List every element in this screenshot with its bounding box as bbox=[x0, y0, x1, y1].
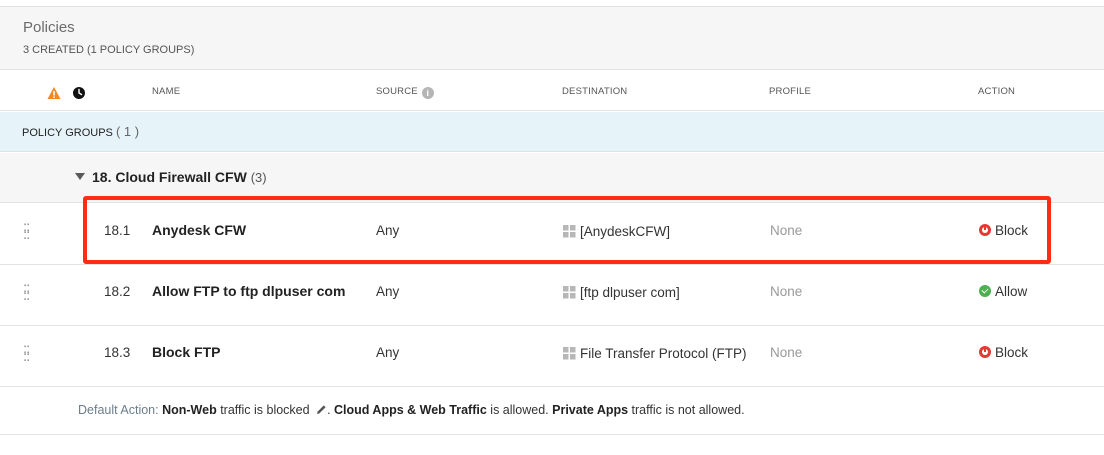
warning-icon[interactable] bbox=[47, 86, 61, 100]
rule-source: Any bbox=[376, 345, 400, 360]
column-source[interactable]: SOURCE i bbox=[376, 86, 434, 99]
rule-destination-label: File Transfer Protocol (FTP) bbox=[580, 346, 747, 361]
policy-groups-count: ( 1 ) bbox=[115, 124, 140, 139]
clock-icon[interactable] bbox=[72, 86, 86, 100]
block-icon bbox=[979, 346, 991, 358]
page-title: Policies bbox=[23, 19, 75, 36]
allow-icon bbox=[979, 285, 991, 297]
rule-name[interactable]: Block FTP bbox=[152, 344, 220, 360]
group-count: (3) bbox=[250, 170, 267, 185]
column-action[interactable]: ACTION bbox=[978, 86, 1015, 97]
cloud-apps-label: Cloud Apps & Web Traffic bbox=[334, 403, 487, 417]
policies-count: 3 CREATED (1 POLICY GROUPS) bbox=[23, 44, 195, 56]
policies-header: Policies 3 CREATED (1 POLICY GROUPS) bbox=[0, 7, 1104, 70]
column-name[interactable]: NAME bbox=[152, 86, 180, 97]
policy-groups-title: POLICY GROUPS bbox=[22, 127, 113, 139]
table-row[interactable]: ⁚⁚ ⁚⁚ 18.3 Block FTP Any File Transfer Pr… bbox=[0, 326, 1104, 387]
rule-destination-label: [ftp dlpuser com] bbox=[580, 285, 680, 300]
rule-number: 18.3 bbox=[104, 345, 131, 360]
pencil-icon[interactable] bbox=[316, 404, 327, 415]
column-headers: NAME SOURCE i DESTINATION PROFILE ACTION bbox=[0, 71, 1104, 111]
app-group-icon bbox=[563, 286, 576, 299]
rule-destination: File Transfer Protocol (FTP) bbox=[563, 346, 747, 361]
group-title: 18. Cloud Firewall CFW bbox=[92, 169, 247, 185]
rule-profile: None bbox=[770, 284, 803, 299]
rule-destination: [ftp dlpuser com] bbox=[563, 285, 680, 300]
drag-handle-icon[interactable]: ⁚⁚ ⁚⁚ bbox=[23, 222, 33, 241]
private-apps-label: Private Apps bbox=[552, 403, 629, 417]
rule-name[interactable]: Allow FTP to ftp dlpuser com bbox=[152, 283, 345, 299]
rule-action-label: Allow bbox=[995, 284, 1028, 299]
rule-profile: None bbox=[770, 345, 803, 360]
policy-groups-bar[interactable]: POLICY GROUPS ( 1 ) bbox=[0, 112, 1104, 152]
private-apps-text: traffic is not allowed. bbox=[628, 403, 745, 417]
chevron-down-icon[interactable] bbox=[75, 173, 85, 180]
drag-handle-icon[interactable]: ⁚⁚ ⁚⁚ bbox=[23, 344, 33, 363]
rule-action-label: Block bbox=[995, 345, 1029, 360]
cloud-apps-text: is allowed. bbox=[486, 403, 553, 417]
policy-group-name: 18. Cloud Firewall CFW (3) bbox=[92, 169, 267, 185]
default-action-text: Default Action: Non-Web traffic is block… bbox=[78, 403, 745, 417]
app-group-icon bbox=[563, 347, 576, 360]
drag-handle-icon[interactable]: ⁚⁚ ⁚⁚ bbox=[23, 283, 33, 302]
rule-number: 18.2 bbox=[104, 284, 131, 299]
rule-action: Block bbox=[979, 345, 1028, 360]
rule-action: Allow bbox=[979, 284, 1027, 299]
nonweb-label: Non-Web bbox=[162, 403, 217, 417]
rule-source: Any bbox=[376, 284, 400, 299]
nonweb-text: traffic is blocked bbox=[216, 403, 314, 417]
column-destination[interactable]: DESTINATION bbox=[562, 86, 627, 97]
default-action-footer: Default Action: Non-Web traffic is block… bbox=[0, 387, 1104, 435]
info-icon[interactable]: i bbox=[421, 87, 434, 99]
column-profile[interactable]: PROFILE bbox=[769, 86, 811, 97]
policy-groups-label: POLICY GROUPS ( 1 ) bbox=[22, 124, 139, 139]
highlight-box bbox=[83, 196, 1051, 264]
default-action-label: Default Action: bbox=[78, 403, 159, 417]
table-row[interactable]: ⁚⁚ ⁚⁚ 18.2 Allow FTP to ftp dlpuser com A… bbox=[0, 265, 1104, 326]
column-source-label: SOURCE bbox=[376, 86, 418, 97]
